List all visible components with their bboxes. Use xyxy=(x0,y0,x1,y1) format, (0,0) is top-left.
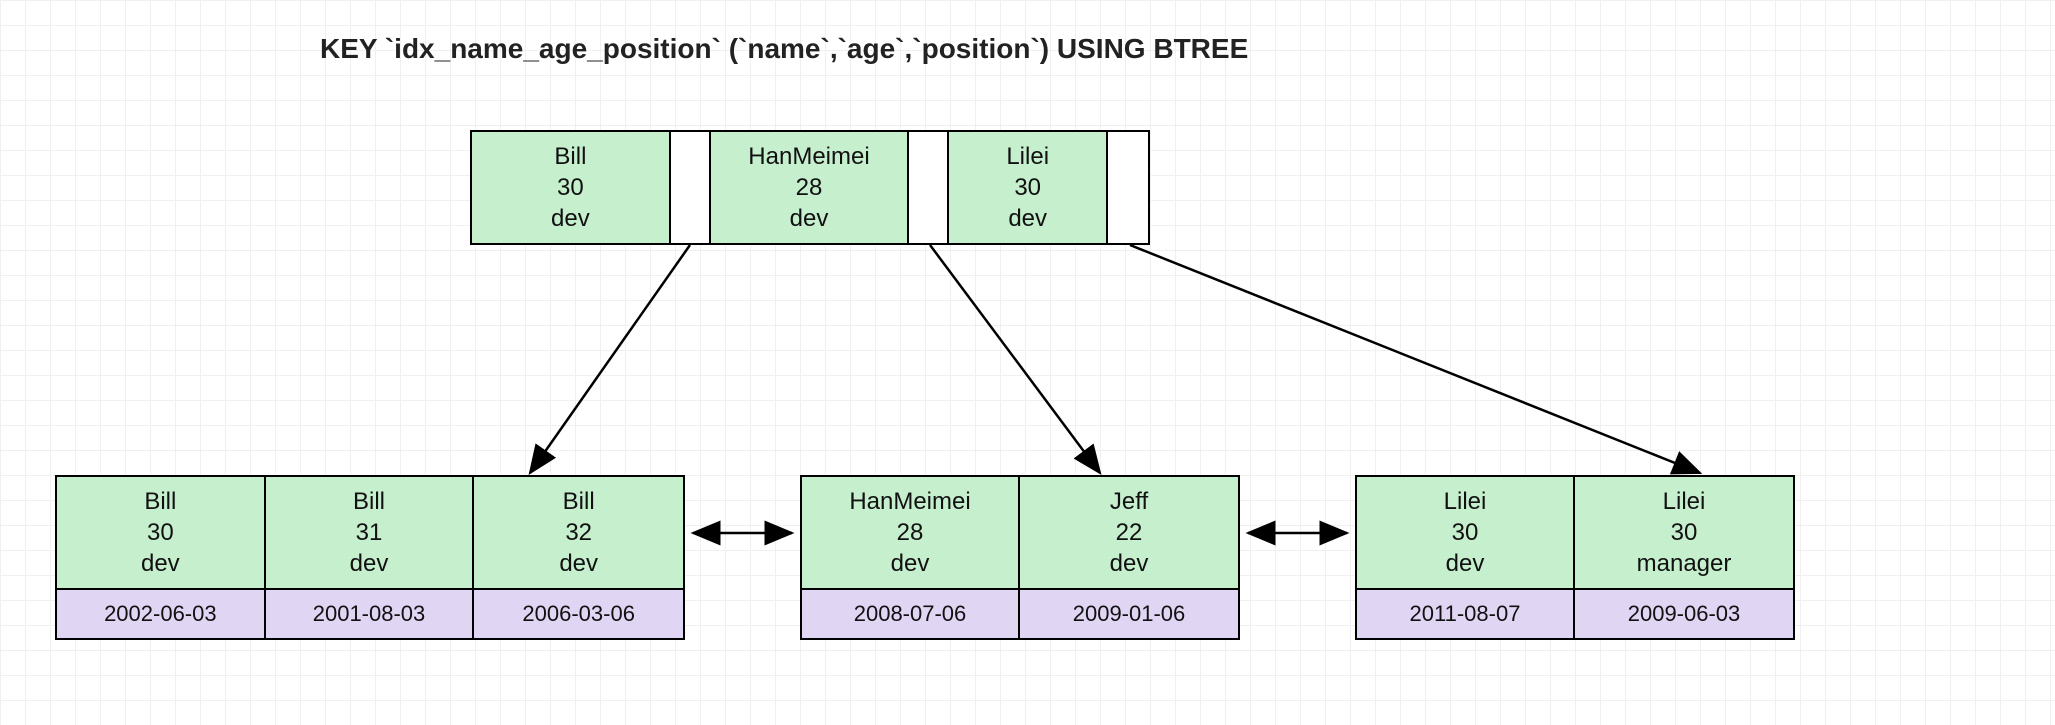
root-key-1: HanMeimei 28 dev xyxy=(711,132,910,243)
leaf-0-key-2-name: Bill xyxy=(563,486,595,517)
root-key-1-name: HanMeimei xyxy=(748,141,869,172)
diagram-title: KEY `idx_name_age_position` (`name`,`age… xyxy=(320,33,1248,65)
btree-leaf-0: Bill 30 dev Bill 31 dev Bill 32 dev xyxy=(55,475,685,590)
root-key-0: Bill 30 dev xyxy=(472,132,671,243)
leaf-0-date-2: 2006-03-06 xyxy=(474,590,683,638)
leaf-1-key-1-position: dev xyxy=(1110,548,1149,579)
leaf-0-key-0-position: dev xyxy=(141,548,180,579)
root-key-2-age: 30 xyxy=(1014,172,1041,203)
root-key-0-name: Bill xyxy=(554,141,586,172)
leaf-1-key-0-position: dev xyxy=(891,548,930,579)
root-key-1-position: dev xyxy=(790,203,829,234)
leaf-2-key-1-position: manager xyxy=(1637,548,1732,579)
leaf-0-key-2-age: 32 xyxy=(565,517,592,548)
btree-root-node: Bill 30 dev HanMeimei 28 dev Lilei 30 de… xyxy=(470,130,1150,245)
leaf-1-key-0: HanMeimei 28 dev xyxy=(802,477,1020,588)
leaf-2-key-0: Lilei 30 dev xyxy=(1357,477,1575,588)
btree-leaf-2-dates: 2011-08-07 2009-06-03 xyxy=(1355,590,1795,640)
leaf-1-key-1: Jeff 22 dev xyxy=(1020,477,1238,588)
leaf-0-key-2: Bill 32 dev xyxy=(474,477,683,588)
leaf-2-key-0-name: Lilei xyxy=(1444,486,1487,517)
leaf-2-key-0-position: dev xyxy=(1446,548,1485,579)
root-key-1-age: 28 xyxy=(796,172,823,203)
leaf-1-date-1: 2009-01-06 xyxy=(1020,590,1238,638)
btree-leaf-2: Lilei 30 dev Lilei 30 manager xyxy=(1355,475,1795,590)
leaf-0-key-0-age: 30 xyxy=(147,517,174,548)
leaf-0-date-1: 2001-08-03 xyxy=(266,590,475,638)
root-key-0-age: 30 xyxy=(557,172,584,203)
btree-leaf-1-dates: 2008-07-06 2009-01-06 xyxy=(800,590,1240,640)
root-ptr-2 xyxy=(1108,132,1148,243)
leaf-1-date-0: 2008-07-06 xyxy=(802,590,1020,638)
root-key-2-position: dev xyxy=(1008,203,1047,234)
leaf-2-key-1-age: 30 xyxy=(1671,517,1698,548)
leaf-0-key-2-position: dev xyxy=(559,548,598,579)
leaf-1-key-0-age: 28 xyxy=(897,517,924,548)
leaf-2-key-1-name: Lilei xyxy=(1663,486,1706,517)
leaf-1-key-1-name: Jeff xyxy=(1110,486,1148,517)
leaf-1-key-0-name: HanMeimei xyxy=(849,486,970,517)
leaf-2-key-0-age: 30 xyxy=(1452,517,1479,548)
leaf-0-key-1: Bill 31 dev xyxy=(266,477,475,588)
leaf-0-key-1-age: 31 xyxy=(356,517,383,548)
leaf-2-key-1: Lilei 30 manager xyxy=(1575,477,1793,588)
root-key-2: Lilei 30 dev xyxy=(949,132,1108,243)
leaf-2-date-1: 2009-06-03 xyxy=(1575,590,1793,638)
leaf-1-key-1-age: 22 xyxy=(1116,517,1143,548)
btree-leaf-0-dates: 2002-06-03 2001-08-03 2006-03-06 xyxy=(55,590,685,640)
root-key-2-name: Lilei xyxy=(1006,141,1049,172)
root-ptr-1 xyxy=(909,132,949,243)
btree-leaf-1: HanMeimei 28 dev Jeff 22 dev xyxy=(800,475,1240,590)
leaf-0-date-0: 2002-06-03 xyxy=(57,590,266,638)
leaf-0-key-1-name: Bill xyxy=(353,486,385,517)
root-key-0-position: dev xyxy=(551,203,590,234)
leaf-0-key-0-name: Bill xyxy=(144,486,176,517)
leaf-0-key-1-position: dev xyxy=(350,548,389,579)
leaf-2-date-0: 2011-08-07 xyxy=(1357,590,1575,638)
root-ptr-0 xyxy=(671,132,711,243)
leaf-0-key-0: Bill 30 dev xyxy=(57,477,266,588)
